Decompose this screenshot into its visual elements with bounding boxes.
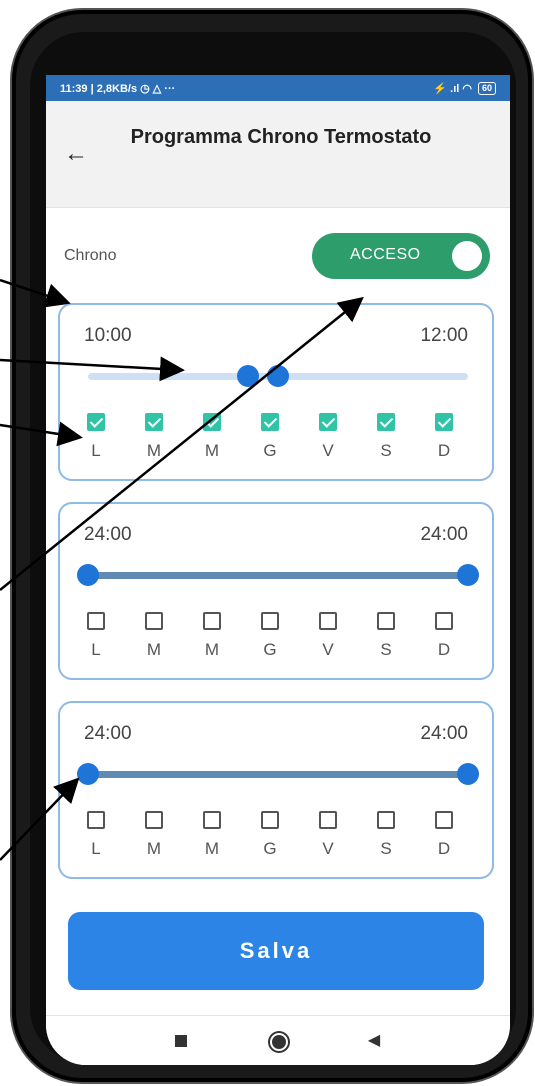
range-slider-track[interactable]	[88, 771, 468, 778]
end-time: 12:00	[420, 325, 468, 346]
status-time: 11:39 | 2,8KB/s ◷ △ ···	[60, 82, 176, 95]
day-checkbox[interactable]	[145, 612, 163, 630]
slider-start-thumb[interactable]	[77, 763, 99, 785]
day-option: V	[316, 811, 340, 859]
slider-end-thumb[interactable]	[457, 763, 479, 785]
day-checkbox[interactable]	[203, 811, 221, 829]
day-checkbox[interactable]	[377, 413, 395, 431]
day-checkbox[interactable]	[87, 413, 105, 431]
day-label: G	[263, 640, 277, 659]
day-option: M	[142, 612, 166, 660]
range-slider-track[interactable]	[88, 572, 468, 579]
chrono-row: Chrono ACCESO	[46, 225, 510, 285]
day-option: L	[84, 413, 108, 461]
day-option: M	[142, 413, 166, 461]
day-label: M	[204, 839, 220, 858]
day-option: M	[142, 811, 166, 859]
end-time: 24:00	[420, 524, 468, 545]
toggle-knob	[452, 241, 482, 271]
day-checkbox[interactable]	[203, 612, 221, 630]
start-time: 24:00	[84, 723, 132, 744]
day-option: D	[432, 612, 456, 660]
day-checkbox[interactable]	[435, 413, 453, 431]
day-checkbox[interactable]	[435, 811, 453, 829]
day-option: M	[200, 612, 224, 660]
slider-start-thumb[interactable]	[77, 564, 99, 586]
day-label: L	[91, 441, 101, 460]
day-label: D	[437, 640, 451, 659]
slider-end-thumb[interactable]	[267, 365, 289, 387]
time-slot-card: 10:00 12:00 L M M G V S D	[58, 303, 494, 481]
day-option: D	[432, 413, 456, 461]
page-title: Programma Chrono Termostato	[130, 126, 432, 148]
end-time: 24:00	[420, 723, 468, 744]
day-checkbox[interactable]	[377, 811, 395, 829]
slider-start-thumb[interactable]	[236, 365, 259, 387]
recent-apps-icon[interactable]	[171, 1031, 191, 1051]
day-checkbox[interactable]	[87, 811, 105, 829]
save-button[interactable]: Salva	[68, 912, 484, 990]
day-checkbox[interactable]	[87, 612, 105, 630]
day-checkbox[interactable]	[203, 413, 221, 431]
day-label: M	[204, 441, 220, 460]
time-slot-card: 24:00 24:00 L M M G V S D	[58, 701, 494, 879]
day-label: G	[263, 839, 277, 858]
status-bar: 11:39 | 2,8KB/s ◷ △ ··· ⚡ .ıl ◠ 60	[46, 75, 510, 101]
battery-icon: 60	[477, 81, 496, 95]
navigation-bar: ◀	[46, 1015, 510, 1065]
start-time: 10:00	[84, 325, 132, 346]
day-label: M	[146, 441, 162, 460]
day-option: S	[374, 413, 398, 461]
day-label: D	[437, 441, 451, 460]
day-label: M	[146, 640, 162, 659]
day-label: V	[322, 441, 334, 460]
day-label: S	[380, 441, 392, 460]
home-icon[interactable]	[268, 1031, 288, 1051]
day-label: D	[437, 839, 451, 858]
slider-end-thumb[interactable]	[457, 564, 479, 586]
day-checkbox[interactable]	[319, 413, 337, 431]
day-checkbox[interactable]	[145, 413, 163, 431]
screen: 11:39 | 2,8KB/s ◷ △ ··· ⚡ .ıl ◠ 60 ← Pro…	[46, 75, 510, 1065]
day-checkbox[interactable]	[319, 811, 337, 829]
day-checkbox[interactable]	[261, 612, 279, 630]
day-option: M	[200, 811, 224, 859]
day-option: G	[258, 612, 282, 660]
day-checkbox[interactable]	[261, 811, 279, 829]
day-label: S	[380, 839, 392, 858]
day-checkbox[interactable]	[261, 413, 279, 431]
day-option: G	[258, 413, 282, 461]
day-label: G	[263, 441, 277, 460]
day-label: V	[322, 640, 334, 659]
day-label: S	[380, 640, 392, 659]
time-slot-card: 24:00 24:00 L M M G V S D	[58, 502, 494, 680]
day-checkbox[interactable]	[319, 612, 337, 630]
day-option: D	[432, 811, 456, 859]
day-option: G	[258, 811, 282, 859]
chrono-toggle[interactable]: ACCESO	[312, 233, 490, 279]
day-option: V	[316, 612, 340, 660]
signal-icon: ⚡ .ıl ◠	[433, 82, 472, 95]
back-arrow-icon[interactable]: ←	[64, 139, 88, 169]
day-option: V	[316, 413, 340, 461]
day-option: L	[84, 612, 108, 660]
day-label: V	[322, 839, 334, 858]
day-label: L	[91, 640, 101, 659]
day-checkbox[interactable]	[145, 811, 163, 829]
day-checkbox[interactable]	[435, 612, 453, 630]
app-bar: ← Programma Chrono Termostato	[46, 101, 510, 208]
day-label: L	[91, 839, 101, 858]
day-label: M	[146, 839, 162, 858]
day-option: S	[374, 811, 398, 859]
day-label: M	[204, 640, 220, 659]
day-option: L	[84, 811, 108, 859]
chrono-label: Chrono	[64, 247, 117, 264]
day-option: M	[200, 413, 224, 461]
nav-back-icon[interactable]: ◀	[364, 1031, 384, 1051]
status-icons: ⚡ .ıl ◠ 60	[433, 81, 496, 95]
day-checkbox[interactable]	[377, 612, 395, 630]
start-time: 24:00	[84, 524, 132, 545]
day-option: S	[374, 612, 398, 660]
toggle-label: ACCESO	[350, 246, 421, 263]
